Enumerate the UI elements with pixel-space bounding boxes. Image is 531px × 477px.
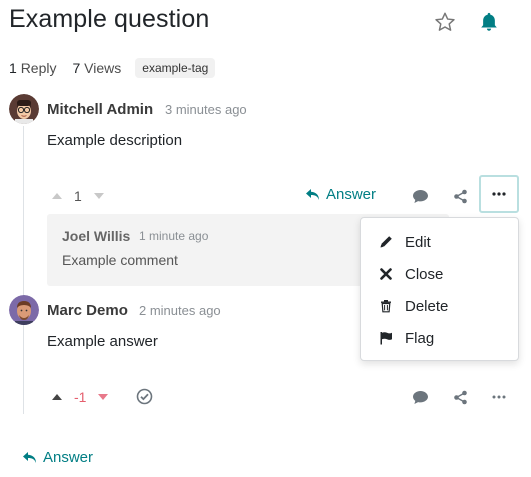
comment-icon[interactable] <box>409 185 431 207</box>
replies-stat: 1 Reply <box>9 60 57 76</box>
comment-author[interactable]: Joel Willis <box>62 228 130 244</box>
reply-icon <box>23 451 36 463</box>
answer-body: Example answer <box>47 333 158 350</box>
question-vote-count: 1 <box>74 188 82 204</box>
bottom-answer-label: Answer <box>43 449 94 466</box>
star-icon[interactable] <box>434 11 456 33</box>
answer-button[interactable]: Answer <box>305 186 376 203</box>
question-stats: 1 Reply 7 Views example-tag <box>9 58 216 78</box>
comment-icon[interactable] <box>409 386 431 408</box>
dropdown-item-label: Delete <box>405 297 449 315</box>
bell-icon[interactable] <box>478 11 500 33</box>
dropdown-item-close[interactable]: Close <box>361 258 518 290</box>
close-icon <box>380 268 392 280</box>
question-vote-row: 1 <box>52 188 104 204</box>
views-stat: 7 Views <box>72 60 122 76</box>
downvote-icon[interactable] <box>93 193 104 199</box>
comment-time: 1 minute ago <box>139 229 209 243</box>
question-title: Example question <box>9 5 210 33</box>
more-options-dropdown: Edit Close Delete Flag <box>360 217 519 361</box>
dropdown-item-delete[interactable]: Delete <box>361 290 518 322</box>
tag-badge[interactable]: example-tag <box>135 58 216 78</box>
dropdown-item-label: Edit <box>405 233 431 251</box>
share-icon[interactable] <box>449 185 471 207</box>
dropdown-item-edit[interactable]: Edit <box>361 226 518 258</box>
answer-vote-count: -1 <box>74 389 87 405</box>
dropdown-item-label: Flag <box>405 329 435 347</box>
downvote-icon[interactable] <box>98 394 109 400</box>
answer-button-label: Answer <box>326 186 377 203</box>
dropdown-item-label: Close <box>405 265 444 283</box>
answer-author[interactable]: Marc Demo <box>47 302 128 319</box>
thread-line <box>23 126 24 414</box>
question-time: 3 minutes ago <box>165 102 247 117</box>
comment-body: Example comment <box>62 252 178 268</box>
dropdown-item-flag[interactable]: Flag <box>361 322 518 354</box>
more-options-button[interactable] <box>479 175 519 213</box>
ellipsis-icon <box>492 192 506 196</box>
ellipsis-icon <box>492 395 506 399</box>
share-icon[interactable] <box>449 386 471 408</box>
answer-vote-row: -1 <box>52 389 109 405</box>
upvote-icon[interactable] <box>52 394 62 400</box>
answer-time: 2 minutes ago <box>139 303 221 318</box>
more-options-button[interactable] <box>488 386 510 408</box>
trash-icon <box>381 300 391 313</box>
question-body: Example description <box>47 132 183 149</box>
pencil-icon <box>380 236 392 248</box>
question-author[interactable]: Mitchell Admin <box>47 101 153 118</box>
avatar-marc-demo <box>9 295 39 325</box>
upvote-icon[interactable] <box>52 193 62 199</box>
flag-icon <box>380 332 392 345</box>
avatar-mitchell-admin <box>9 94 39 124</box>
bottom-answer-button[interactable]: Answer <box>22 449 93 466</box>
reply-icon <box>306 188 319 200</box>
accept-answer-icon[interactable] <box>133 385 155 407</box>
